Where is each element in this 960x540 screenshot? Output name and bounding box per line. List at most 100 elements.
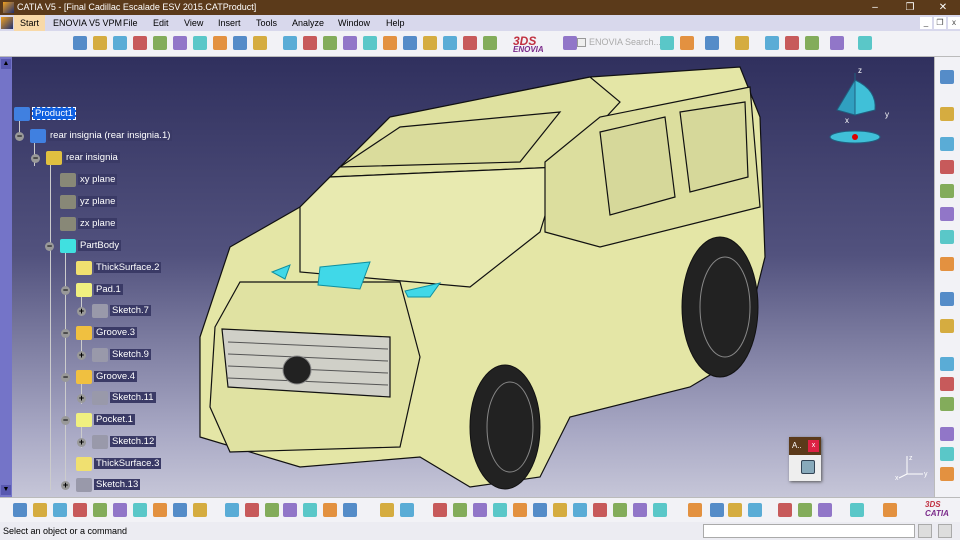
status-button-2[interactable] — [938, 524, 952, 538]
toolbar-button-icon[interactable] — [940, 467, 954, 481]
tree-scrollbar[interactable]: ▲ ▼ — [0, 57, 12, 497]
toolbar-button-icon[interactable] — [383, 36, 397, 50]
menu-insert[interactable]: Insert — [218, 15, 241, 31]
collapse-icon[interactable]: − — [61, 329, 70, 338]
scroll-up-arrow[interactable]: ▲ — [1, 59, 11, 69]
toolbar-button-icon[interactable] — [765, 36, 779, 50]
menu-enovia[interactable]: ENOVIA V5 VPM — [53, 15, 122, 31]
collapse-icon[interactable]: − — [31, 154, 40, 163]
tree-node[interactable]: ThickSurface.2 — [76, 261, 162, 275]
toolbar-button-icon[interactable] — [573, 503, 587, 517]
tree-node[interactable]: zx plane — [60, 217, 118, 231]
toolbar-button-icon[interactable] — [778, 503, 792, 517]
expand-icon[interactable]: + — [77, 438, 86, 447]
toolbar-button-icon[interactable] — [940, 357, 954, 371]
toolbar-button-icon[interactable] — [463, 36, 477, 50]
toolbar-button-icon[interactable] — [818, 503, 832, 517]
toolbar-button-icon[interactable] — [940, 397, 954, 411]
toolbar-button-icon[interactable] — [113, 503, 127, 517]
toolbar-button-icon[interactable] — [940, 292, 954, 306]
toolbar-button-icon[interactable] — [33, 503, 47, 517]
toolbar-button-icon[interactable] — [858, 36, 872, 50]
maximize-button[interactable]: ❐ — [895, 0, 925, 15]
toolbar-button-icon[interactable] — [613, 503, 627, 517]
toolbar-button-icon[interactable] — [940, 427, 954, 441]
tree-node[interactable]: Sketch.9 — [92, 348, 151, 362]
toolbar-button-icon[interactable] — [593, 503, 607, 517]
tree-node[interactable]: Sketch.13 — [76, 478, 141, 492]
toolbar-button-icon[interactable] — [748, 503, 762, 517]
toolbar-button-icon[interactable] — [533, 503, 547, 517]
toolbar-button-icon[interactable] — [13, 503, 27, 517]
toolbar-button-icon[interactable] — [153, 36, 167, 50]
toolbar-button-icon[interactable] — [785, 36, 799, 50]
enovia-search-label[interactable]: ENOVIA Search... — [589, 37, 661, 47]
toolbar-button-icon[interactable] — [245, 503, 259, 517]
update-icon[interactable] — [801, 460, 815, 474]
car-model[interactable] — [0, 57, 934, 497]
tree-node[interactable]: Groove.3 — [76, 326, 138, 340]
toolbar-button-icon[interactable] — [380, 503, 394, 517]
menu-start[interactable]: Start — [14, 15, 46, 31]
toolbar-button-icon[interactable] — [883, 503, 897, 517]
toolbar-button-icon[interactable] — [343, 36, 357, 50]
toolbar-button-icon[interactable] — [323, 503, 337, 517]
tree-node[interactable]: xy plane — [60, 173, 118, 187]
collapse-icon[interactable]: − — [45, 242, 54, 251]
toolbar-button-icon[interactable] — [940, 184, 954, 198]
menu-analyze[interactable]: Analyze — [292, 15, 324, 31]
toolbar-button-icon[interactable] — [940, 207, 954, 221]
tree-node[interactable]: Sketch.12 — [92, 435, 157, 449]
toolbar-button-icon[interactable] — [940, 257, 954, 271]
toolbar-button-icon[interactable] — [940, 160, 954, 174]
doc-close-button[interactable]: x — [948, 17, 960, 29]
toolbar-button-icon[interactable] — [940, 70, 954, 84]
toolbar-button-icon[interactable] — [423, 36, 437, 50]
toolbar-button-icon[interactable] — [653, 503, 667, 517]
toolbar-button-icon[interactable] — [400, 503, 414, 517]
toolbar-button-icon[interactable] — [253, 36, 267, 50]
mini-toolbar-close[interactable]: x — [808, 440, 819, 452]
toolbar-button-icon[interactable] — [93, 503, 107, 517]
menu-edit[interactable]: Edit — [153, 15, 169, 31]
toolbar-button-icon[interactable] — [113, 36, 127, 50]
toolbar-button-icon[interactable] — [940, 319, 954, 333]
command-input[interactable] — [703, 524, 915, 538]
toolbar-button-icon[interactable] — [940, 107, 954, 121]
menu-window[interactable]: Window — [338, 15, 370, 31]
close-button[interactable]: ✕ — [928, 0, 958, 15]
doc-restore-button[interactable]: ❐ — [934, 17, 946, 29]
toolbar-button-icon[interactable] — [225, 503, 239, 517]
toolbar-button-icon[interactable] — [798, 503, 812, 517]
toolbar-button-icon[interactable] — [303, 36, 317, 50]
toolbar-button-icon[interactable] — [940, 377, 954, 391]
toolbar-button-icon[interactable] — [173, 36, 187, 50]
tree-node[interactable]: yz plane — [60, 195, 118, 209]
toolbar-button-icon[interactable] — [283, 36, 297, 50]
toolbar-button-icon[interactable] — [53, 503, 67, 517]
toolbar-button-icon[interactable] — [153, 503, 167, 517]
doc-minimize-button[interactable]: _ — [920, 17, 932, 29]
collapse-icon[interactable]: − — [61, 416, 70, 425]
tree-node[interactable]: Product1 — [14, 107, 77, 121]
menu-file[interactable]: File — [123, 15, 138, 31]
toolbar-button-icon[interactable] — [850, 503, 864, 517]
toolbar-button-icon[interactable] — [830, 36, 844, 50]
collapse-icon[interactable]: − — [15, 132, 24, 141]
toolbar-button-icon[interactable] — [473, 503, 487, 517]
toolbar-button-icon[interactable] — [493, 503, 507, 517]
toolbar-button-icon[interactable] — [213, 36, 227, 50]
toolbar-button-icon[interactable] — [680, 36, 694, 50]
toolbar-button-icon[interactable] — [265, 503, 279, 517]
minimize-button[interactable]: – — [860, 0, 890, 15]
3d-viewport[interactable]: ▲ ▼ Product1 rear insignia (rear insignia… — [0, 57, 934, 497]
tree-node[interactable]: PartBody — [60, 239, 122, 253]
toolbar-button-icon[interactable] — [633, 503, 647, 517]
scroll-down-arrow[interactable]: ▼ — [1, 485, 11, 495]
toolbar-button-icon[interactable] — [728, 503, 742, 517]
toolbar-button-icon[interactable] — [283, 503, 297, 517]
toolbar-button-icon[interactable] — [483, 36, 497, 50]
expand-icon[interactable]: + — [77, 394, 86, 403]
toolbar-button-icon[interactable] — [93, 36, 107, 50]
toolbar-button-icon[interactable] — [940, 447, 954, 461]
